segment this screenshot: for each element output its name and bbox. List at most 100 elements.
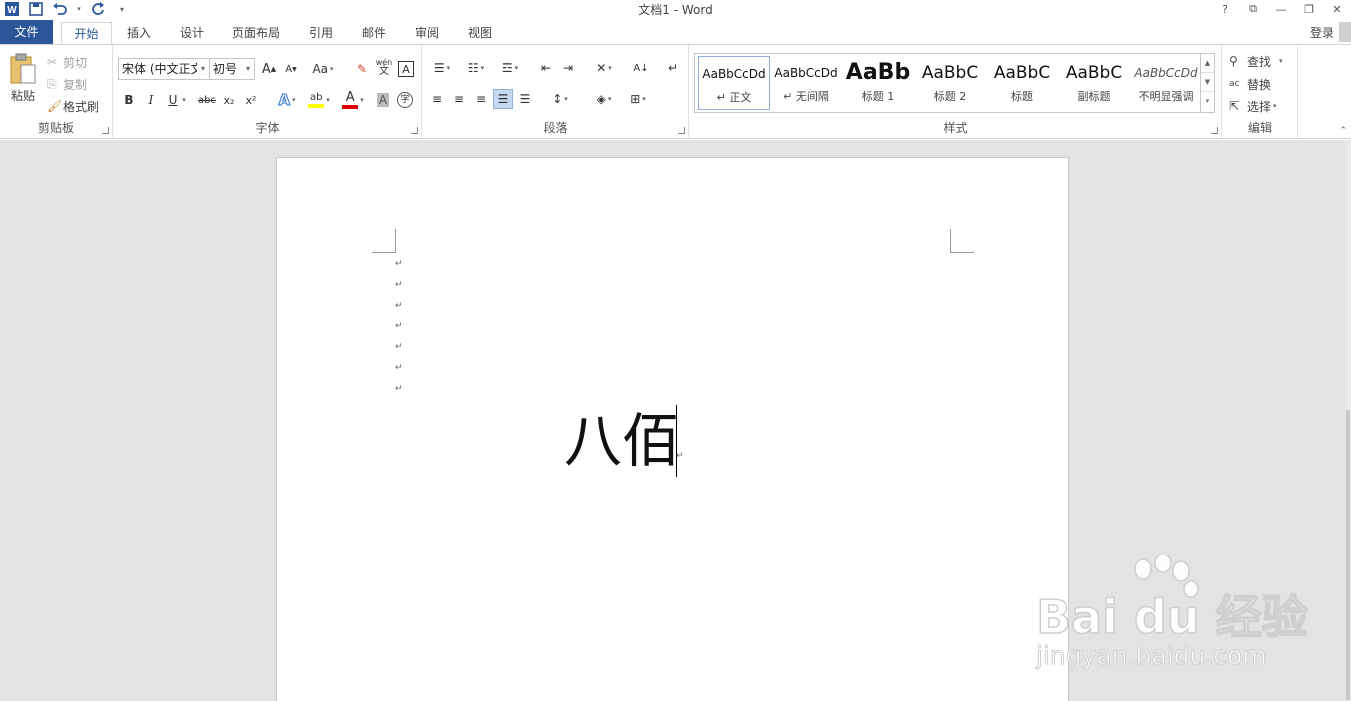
character-border-button[interactable]: A <box>398 61 414 77</box>
style-heading-2[interactable]: AaBbC 标题 2 <box>914 56 986 110</box>
tab-mailings[interactable]: 邮件 <box>351 22 397 44</box>
italic-button[interactable]: I <box>141 90 161 110</box>
avatar[interactable] <box>1339 22 1351 42</box>
numbering-button[interactable]: ☷ ▾ <box>461 58 491 78</box>
increase-indent-button[interactable]: ⇥ <box>558 58 578 78</box>
close-button[interactable]: ✕ <box>1323 0 1351 18</box>
tab-file[interactable]: 文件 <box>0 20 53 44</box>
justify-button[interactable]: ☰ <box>493 89 513 109</box>
sort-button[interactable]: A↓ <box>631 58 651 78</box>
distributed-button[interactable]: ☰ <box>515 89 535 109</box>
style-name: 标题 2 <box>933 90 967 103</box>
collapse-ribbon-icon[interactable]: ⌃ <box>1339 126 1347 136</box>
chevron-down-icon: ▾ <box>242 59 254 79</box>
subscript-button[interactable]: x₂ <box>219 90 239 110</box>
font-size-select[interactable]: 初号 ▾ <box>209 58 255 80</box>
document-text[interactable]: 八佰 <box>564 406 680 476</box>
styles-launcher-icon[interactable] <box>1211 127 1218 134</box>
crop-mark-top-left <box>372 229 396 253</box>
tab-design[interactable]: 设计 <box>169 22 215 44</box>
chinese-layout-button[interactable]: ✕ ▾ <box>589 58 619 78</box>
style-no-spacing[interactable]: AaBbCcDd ↵ 无间隔 <box>770 56 842 110</box>
paragraph-group-label: 段落 <box>543 121 568 135</box>
vertical-scrollbar[interactable] <box>1345 140 1351 701</box>
enclose-characters-icon: 字 <box>397 92 413 108</box>
cut-button[interactable]: ✂ 剪切 <box>47 53 87 71</box>
copy-icon: ⎘ <box>47 76 57 91</box>
highlight-button[interactable]: ab ▾ <box>304 90 334 110</box>
copy-label: 复制 <box>63 77 88 92</box>
multilevel-list-icon: ☲ <box>501 61 513 75</box>
paragraph-mark: ↵ <box>395 321 403 331</box>
sort-icon: A↓ <box>633 62 649 74</box>
shrink-font-button[interactable]: A ▼ <box>281 59 301 79</box>
grow-font-button[interactable]: A ▲ <box>259 59 279 79</box>
bullets-button[interactable]: ☰ ▾ <box>427 58 457 78</box>
gallery-more-icon[interactable]: ▾ <box>1201 92 1214 111</box>
scrollbar-thumb[interactable] <box>1346 410 1350 700</box>
style-title[interactable]: AaBbC 标题 <box>986 56 1058 110</box>
font-color-button[interactable]: A ▾ <box>338 90 368 110</box>
align-left-button[interactable]: ≡ <box>427 89 447 109</box>
align-right-button[interactable]: ≡ <box>471 89 491 109</box>
style-preview: AaBbCcDd <box>1134 66 1198 80</box>
find-button[interactable]: ⚲ 查找 ▾ <box>1229 52 1283 70</box>
style-subtle-emphasis[interactable]: AaBbCcDd 不明显强调 <box>1130 56 1202 110</box>
character-shading-button[interactable]: A <box>373 90 393 110</box>
clear-formatting-button[interactable]: ✎ <box>352 59 372 79</box>
tab-references[interactable]: 引用 <box>298 22 344 44</box>
tab-insert[interactable]: 插入 <box>116 22 162 44</box>
paste-label: 粘贴 <box>10 89 35 103</box>
restore-button[interactable]: ❐ <box>1295 0 1323 18</box>
decrease-indent-button[interactable]: ⇤ <box>536 58 556 78</box>
change-case-button[interactable]: Aa ▾ <box>309 59 337 79</box>
tab-home[interactable]: 开始 <box>61 22 112 44</box>
style-subtitle[interactable]: AaBbC 副标题 <box>1058 56 1130 110</box>
enclose-characters-button[interactable]: 字 <box>395 90 415 110</box>
gallery-up-icon[interactable]: ▲ <box>1201 54 1214 73</box>
bold-button[interactable]: B <box>119 90 139 110</box>
gallery-down-icon[interactable]: ▼ <box>1201 73 1214 92</box>
strikethrough-icon: abc <box>198 94 216 106</box>
select-button[interactable]: ⇱ 选择 ▾ <box>1229 97 1277 115</box>
scissors-icon: ✂ <box>47 55 58 69</box>
bullets-icon: ☰ <box>433 61 445 75</box>
strikethrough-button[interactable]: abc <box>196 90 218 110</box>
font-launcher-icon[interactable] <box>411 127 418 134</box>
style-normal[interactable]: AaBbCcDd ↵ 正文 <box>698 56 770 110</box>
paste-button[interactable]: 粘贴 <box>6 53 40 109</box>
paragraph-launcher-icon[interactable] <box>678 127 685 134</box>
clipboard-launcher-icon[interactable] <box>102 127 109 134</box>
phonetic-guide-button[interactable]: wén 文 <box>374 57 394 77</box>
format-painter-button[interactable]: 🖌 格式刷 <box>47 97 99 115</box>
sign-in-link[interactable]: 登录 <box>1310 24 1334 41</box>
shading-button[interactable]: ◈ ▾ <box>589 89 619 109</box>
style-preview: AaBbCcDd <box>774 66 838 80</box>
highlighter-icon: ab <box>308 92 325 108</box>
justify-icon: ☰ <box>497 92 509 106</box>
help-button[interactable]: ? <box>1211 0 1239 18</box>
multilevel-list-button[interactable]: ☲ ▾ <box>495 58 525 78</box>
underline-dropdown-icon[interactable]: ▾ <box>179 90 189 110</box>
text-effects-button[interactable]: A ▾ <box>274 90 300 110</box>
tab-page-layout[interactable]: 页面布局 <box>222 22 290 44</box>
borders-button[interactable]: ⊞ ▾ <box>623 89 653 109</box>
distributed-icon: ☰ <box>519 92 531 106</box>
superscript-button[interactable]: x² <box>241 90 261 110</box>
show-marks-button[interactable]: ↵ <box>663 58 683 78</box>
tab-review[interactable]: 审阅 <box>404 22 450 44</box>
italic-icon: I <box>148 93 154 107</box>
minimize-button[interactable]: — <box>1267 0 1295 18</box>
ribbon-display-button[interactable]: ⧉ <box>1239 0 1267 18</box>
font-name-select[interactable]: 宋体 (中文正文) ▾ <box>118 58 210 80</box>
line-spacing-button[interactable]: ↕ ▾ <box>545 89 575 109</box>
tab-view[interactable]: 视图 <box>457 22 503 44</box>
replace-button[interactable]: ac 替换 <box>1229 75 1271 93</box>
style-heading-1[interactable]: AaBb 标题 1 <box>842 56 914 110</box>
document-page[interactable]: ↵ ↵ ↵ ↵ ↵ ↵ ↵ 八佰 ↵ <box>276 157 1069 701</box>
align-center-button[interactable]: ≡ <box>449 89 469 109</box>
window-controls: ? ⧉ — ❐ ✕ <box>1211 0 1351 18</box>
copy-button[interactable]: ⎘ 复制 <box>47 75 87 93</box>
replace-label: 替换 <box>1247 77 1272 92</box>
paragraph-mark: ↵ <box>395 259 403 269</box>
